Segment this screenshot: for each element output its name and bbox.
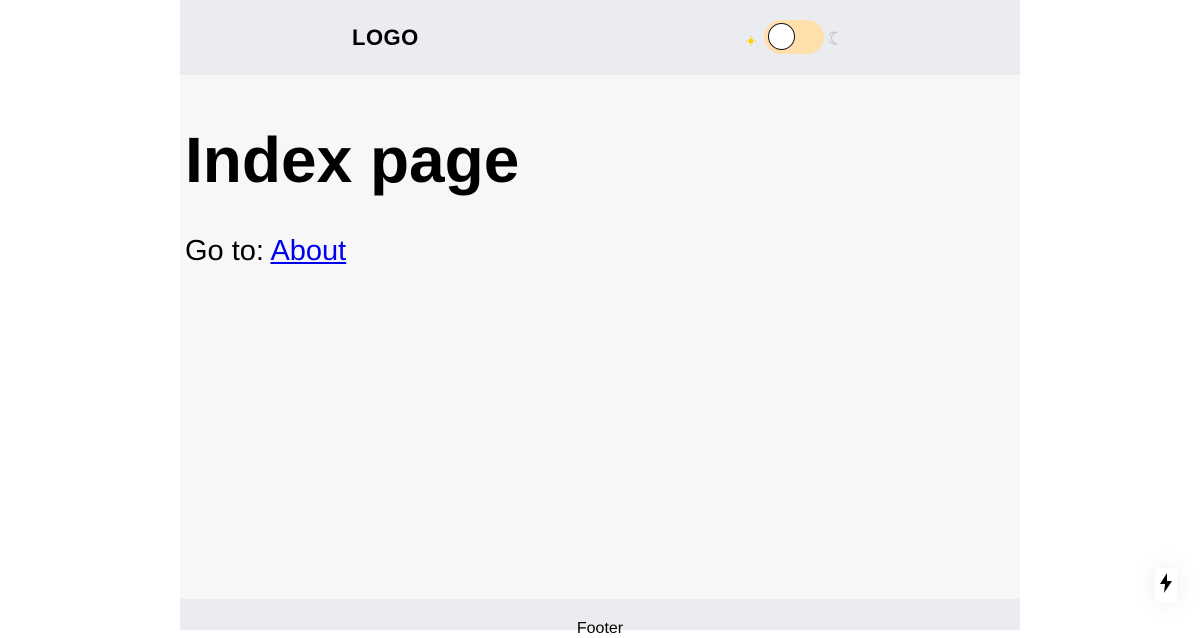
lightning-bolt-icon	[1160, 572, 1172, 598]
page-container: LOGO Index page Go to: About Footer	[180, 0, 1020, 637]
page-title: Index page	[185, 124, 520, 196]
footer-text: Footer	[576, 620, 624, 637]
site-footer: Footer	[180, 599, 1020, 637]
logo[interactable]: LOGO	[352, 25, 419, 51]
toggle-knob[interactable]	[768, 23, 795, 50]
toggle-track[interactable]	[764, 20, 824, 54]
site-header: LOGO	[180, 0, 1020, 75]
about-link[interactable]: About	[270, 235, 346, 267]
dev-indicator[interactable]	[1155, 568, 1177, 602]
sun-icon	[746, 33, 756, 46]
main-content: Index page Go to: About	[185, 120, 1005, 269]
moon-icon	[828, 31, 841, 45]
theme-toggle[interactable]	[746, 20, 842, 54]
nav-line: Go to: About	[185, 233, 1005, 269]
nav-prefix: Go to:	[185, 235, 271, 267]
